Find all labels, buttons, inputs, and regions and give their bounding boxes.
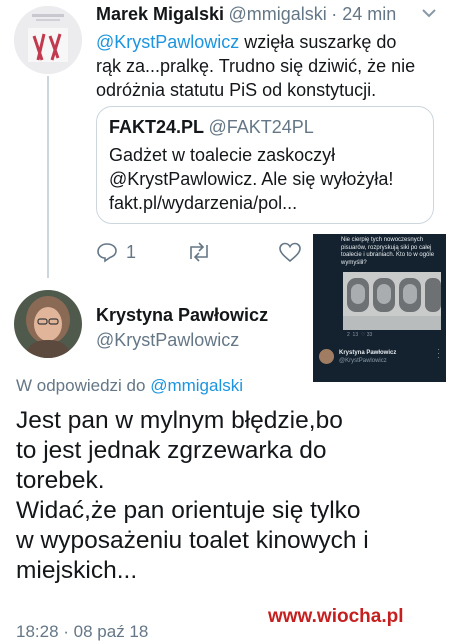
thumbnail-caption-line4: wymyślił? (341, 259, 367, 266)
embedded-screenshot-image[interactable]: Nie cierpię tych nowoczesnych pisuarów, … (313, 234, 446, 382)
reply-prefix: W odpowiedzi do (16, 376, 146, 395)
like-icon (279, 242, 301, 263)
tweet2-text-line5: w wyposażeniu toalet kinowych i (16, 527, 369, 554)
profile-photo (14, 290, 82, 358)
chevron-down-icon[interactable] (420, 2, 438, 24)
reply-icon (97, 243, 117, 263)
thumbnail-caption-line1: Nie cierpię tych nowoczesnych (341, 237, 424, 243)
reply-context: W odpowiedzi do @mmigalski (16, 376, 243, 396)
tweet1-text: @KrystPawlowicz wzięła suszarkę do rąk z… (96, 30, 436, 102)
quoted-tweet-text: Gadżet w toalecie zaskoczył @KrystPawlow… (109, 143, 427, 215)
tweet1-text-line2: rąk za...pralkę. Trudno się dziwić, że n… (96, 56, 416, 76)
tweet2-text-line3: torebek. (16, 467, 105, 494)
urinals-photo (343, 272, 441, 330)
thumbnail-author: Krystyna Pawłowicz @KrystPawlowicz (339, 349, 396, 365)
thumbnail-caption: Nie cierpię tych nowoczesnych pisuarów, … (341, 237, 441, 267)
quoted-line2: @KrystPawlowicz. Ale się wyłożyła! (109, 169, 394, 189)
author-handle[interactable]: @mmigalski (229, 4, 327, 24)
thumbnail-caption-line2: pisuarów, rozpryskują siki po całej (341, 244, 432, 251)
thread-line (47, 76, 49, 278)
like-action[interactable] (278, 238, 302, 266)
thumbnail-avatar (319, 349, 334, 364)
retweet-icon (190, 242, 208, 262)
avatar-marek-migalski[interactable] (14, 6, 82, 74)
author-handle[interactable]: @KrystPawlowicz (96, 330, 239, 351)
tweet2-text-line6: miejskich... (16, 557, 138, 584)
more-vertical-icon: · · · (437, 344, 440, 362)
tweet2-text-line2: to jest jednak zgrzewarka do (16, 437, 327, 464)
reply-to-link[interactable]: @mmigalski (150, 376, 243, 395)
watermark: www.wiocha.pl (268, 606, 404, 627)
author-name[interactable]: Krystyna Pawłowicz (96, 305, 268, 326)
quoted-author-handle: @FAKT24PL (208, 117, 314, 137)
tweet2-text-line1: Jest pan w mylnym błędzie,bo (16, 407, 343, 434)
author-name[interactable]: Marek Migalski (96, 4, 224, 24)
quoted-tweet-card[interactable]: FAKT24.PL @FAKT24PL Gadżet w toalecie za… (96, 106, 434, 224)
avatar-krystyna-pawlowicz[interactable] (14, 290, 82, 358)
tweet2-text-line4: Widać,że pan orientuje się tylko (16, 497, 361, 524)
tweet1-header: Marek Migalski @mmigalski · 24 min (96, 4, 396, 25)
quoted-author-name: FAKT24.PL (109, 117, 205, 137)
tweet-time[interactable]: · 24 min (331, 4, 396, 24)
book-cover-image (14, 6, 82, 74)
thumbnail-stats: 2 13 ♡ 33 (347, 332, 373, 338)
thumbnail-author-name: Krystyna Pawłowicz (339, 350, 397, 356)
retweet-action[interactable] (186, 238, 212, 266)
reply-count: 1 (126, 241, 137, 262)
tweet-timestamp[interactable]: 18:28 · 08 paź 18 (16, 622, 148, 642)
mention-link[interactable]: @KrystPawlowicz (96, 32, 239, 52)
thumbnail-caption-line3: toalecie i ubraniach. Kto to w ogóle (341, 252, 435, 258)
quoted-tweet-header: FAKT24.PL @FAKT24PL (109, 117, 314, 138)
quoted-line3: fakt.pl/wydarzenia/pol... (109, 193, 298, 213)
thumbnail-author-handle: @KrystPawlowicz (339, 358, 387, 364)
tweet1-text-line3: odróżnia statutu PiS od konstytucji. (96, 80, 377, 100)
reply-action[interactable]: 1 (96, 238, 136, 266)
tweet1-text-line1: wzięła suszarkę do (239, 32, 397, 52)
quoted-line1: Gadżet w toalecie zaskoczył (109, 145, 336, 165)
tweet2-text: Jest pan w mylnym błędzie,bo to jest jed… (16, 406, 446, 586)
